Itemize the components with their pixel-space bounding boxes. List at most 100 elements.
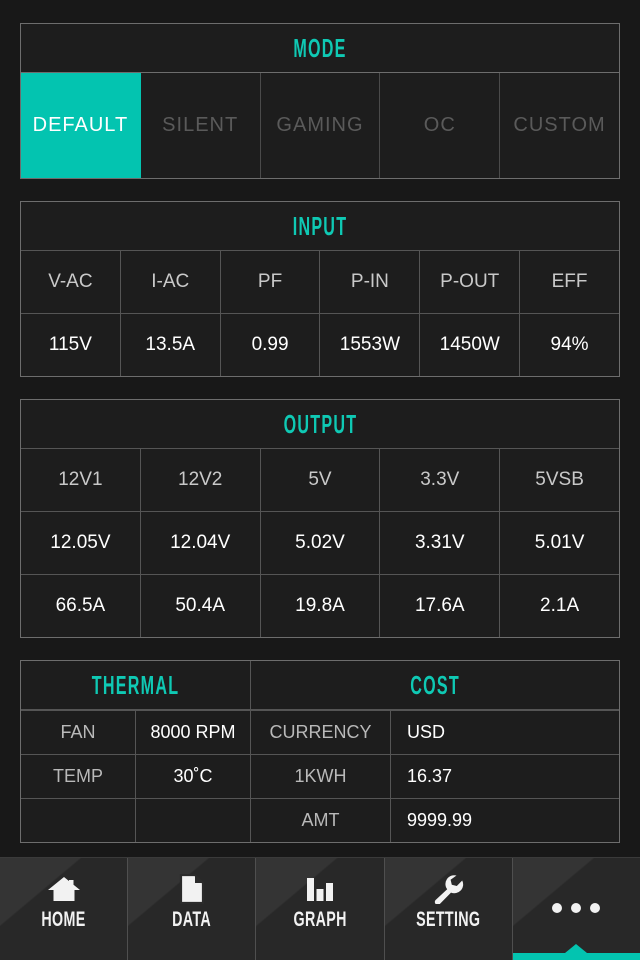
input-section-title: INPUT <box>21 202 619 250</box>
active-tab-indicator <box>512 953 640 960</box>
top-spacer <box>0 0 640 23</box>
output-voltage-row: 12.05V 12.04V 5.02V 3.31V 5.01V <box>21 511 619 574</box>
input-value-cell: 115V <box>21 314 121 376</box>
input-header-cell: EFF <box>551 271 588 292</box>
thermal-section-title-text: THERMAL <box>91 670 180 700</box>
output-table: 12V1 12V2 5V 3.3V 5VSB 12.05V 12.04V 5.0… <box>21 449 619 637</box>
mode-button-gaming-label: GAMING <box>276 114 364 136</box>
wrench-icon <box>432 874 464 904</box>
cost-section-title-text: COST <box>410 670 460 700</box>
nav-item-setting-label: SETTING <box>416 908 481 931</box>
output-header-cell: 5VSB <box>535 469 584 490</box>
input-header-cell: P-IN <box>320 251 421 313</box>
input-header-cell: PF <box>221 251 321 313</box>
dot <box>590 903 601 913</box>
nav-item-data[interactable]: DATA <box>128 858 257 960</box>
input-title-band: INPUT <box>21 202 619 251</box>
output-panel: OUTPUT 12V1 12V2 5V 3.3V 5VSB 12.05V 12.… <box>20 399 620 638</box>
thermal-cost-panel: THERMAL COST FAN 8000 RPM CURRENCY USD T… <box>20 660 620 843</box>
mode-button-custom[interactable]: CUSTOM <box>500 73 619 178</box>
mode-button-default[interactable]: DEFAULT <box>21 73 141 178</box>
mode-section-title: MODE <box>21 24 619 72</box>
input-header-cell: V-AC <box>21 251 121 313</box>
input-value-cell: 0.99 <box>221 314 321 376</box>
output-voltage-cell: 12.04V <box>141 512 261 574</box>
output-section-title-text: OUTPUT <box>283 409 357 439</box>
output-header-cell: 12V1 <box>21 449 141 511</box>
output-voltage-cell: 5.02V <box>261 512 381 574</box>
input-panel: INPUT V-AC I-AC PF P-IN P-OUT EFF 115V 1… <box>20 201 620 377</box>
cost-section-title: COST <box>251 661 619 709</box>
input-section-title-text: INPUT <box>292 211 348 241</box>
spacer-output-thermal <box>0 638 640 660</box>
output-voltage-cell: 5.01V <box>534 532 585 553</box>
cost-label-cell: AMT <box>251 799 391 842</box>
output-current-cell: 50.4A <box>141 575 261 637</box>
bar-chart-icon <box>304 874 336 904</box>
mode-panel: MODE DEFAULT SILENT GAMING OC CUSTOM <box>20 23 620 179</box>
mode-button-silent-label: SILENT <box>162 114 239 136</box>
output-section-title: OUTPUT <box>21 400 619 448</box>
input-value-cell: 94% <box>550 334 589 355</box>
nav-item-home[interactable]: HOME <box>0 858 129 960</box>
cost-value-cell[interactable]: USD <box>391 711 619 754</box>
thermal-label-cell: FAN <box>21 711 136 754</box>
cost-value-cell[interactable]: 16.37 <box>391 755 619 798</box>
output-current-row: 66.5A 50.4A 19.8A 17.6A 2.1A <box>21 574 619 637</box>
thermal-cost-row: AMT 9999.99 <box>21 798 619 842</box>
cost-label-cell: 1KWH <box>251 755 391 798</box>
mode-button-oc-label: OC <box>423 114 456 136</box>
output-current-cell: 19.8A <box>261 575 381 637</box>
dot <box>552 903 563 913</box>
output-current-cell: 2.1A <box>540 595 580 616</box>
nav-item-setting[interactable]: SETTING <box>384 858 513 960</box>
thermal-cost-row: FAN 8000 RPM CURRENCY USD <box>21 710 619 754</box>
thermal-cost-header-row: THERMAL COST <box>21 661 619 710</box>
output-header-cell: 12V2 <box>141 449 261 511</box>
thermal-value-cell: 30˚C <box>136 755 251 798</box>
more-dots-icon <box>552 903 601 913</box>
spacer-mode-input <box>0 179 640 201</box>
input-value-cell: 13.5A <box>121 314 221 376</box>
mode-button-default-label: DEFAULT <box>32 114 129 136</box>
input-value-row: 115V 13.5A 0.99 1553W 1450W 94% <box>21 313 619 376</box>
output-header-row: 12V1 12V2 5V 3.3V 5VSB <box>21 449 619 511</box>
thermal-empty-cell <box>136 799 251 842</box>
spacer-input-output <box>0 377 640 399</box>
output-voltage-cell: 3.31V <box>380 512 501 574</box>
mode-button-oc[interactable]: OC <box>380 73 501 178</box>
cost-value-cell[interactable]: 9999.99 <box>391 799 619 842</box>
thermal-section-title: THERMAL <box>21 661 251 709</box>
input-value-cell: 1553W <box>320 314 421 376</box>
nav-item-graph[interactable]: GRAPH <box>256 858 385 960</box>
thermal-value-cell: 8000 RPM <box>136 711 251 754</box>
input-header-row: V-AC I-AC PF P-IN P-OUT EFF <box>21 251 619 313</box>
mode-section-title-text: MODE <box>293 33 347 63</box>
mode-button-silent[interactable]: SILENT <box>140 73 261 178</box>
nav-item-data-label: DATA <box>172 908 212 931</box>
psu-monitor-screen: MODE DEFAULT SILENT GAMING OC CUSTOM INP… <box>0 0 640 960</box>
document-icon <box>179 874 205 904</box>
mode-title-row: MODE <box>21 24 619 73</box>
dot <box>571 903 582 913</box>
output-current-cell: 17.6A <box>380 575 501 637</box>
cost-label-cell: CURRENCY <box>251 711 391 754</box>
output-voltage-cell: 12.05V <box>21 512 141 574</box>
mode-button-row: DEFAULT SILENT GAMING OC CUSTOM <box>21 73 619 178</box>
nav-item-graph-label: GRAPH <box>293 908 347 931</box>
nav-item-more[interactable] <box>512 858 640 960</box>
output-current-cell: 66.5A <box>21 575 141 637</box>
thermal-label-cell: TEMP <box>21 755 136 798</box>
output-header-cell: 5V <box>261 449 381 511</box>
mode-button-custom-label: CUSTOM <box>513 114 606 136</box>
input-value-cell: 1450W <box>420 314 521 376</box>
thermal-empty-cell <box>21 799 136 842</box>
input-header-cell: I-AC <box>121 251 221 313</box>
output-header-cell: 3.3V <box>380 449 501 511</box>
thermal-cost-row: TEMP 30˚C 1KWH 16.37 <box>21 754 619 798</box>
nav-item-home-label: HOME <box>41 908 86 931</box>
mode-button-gaming[interactable]: GAMING <box>260 73 381 178</box>
output-title-band: OUTPUT <box>21 400 619 449</box>
input-table: V-AC I-AC PF P-IN P-OUT EFF 115V 13.5A 0… <box>21 251 619 376</box>
bottom-navigation-bar: HOME DATA GRAPH SETTING <box>0 857 640 960</box>
